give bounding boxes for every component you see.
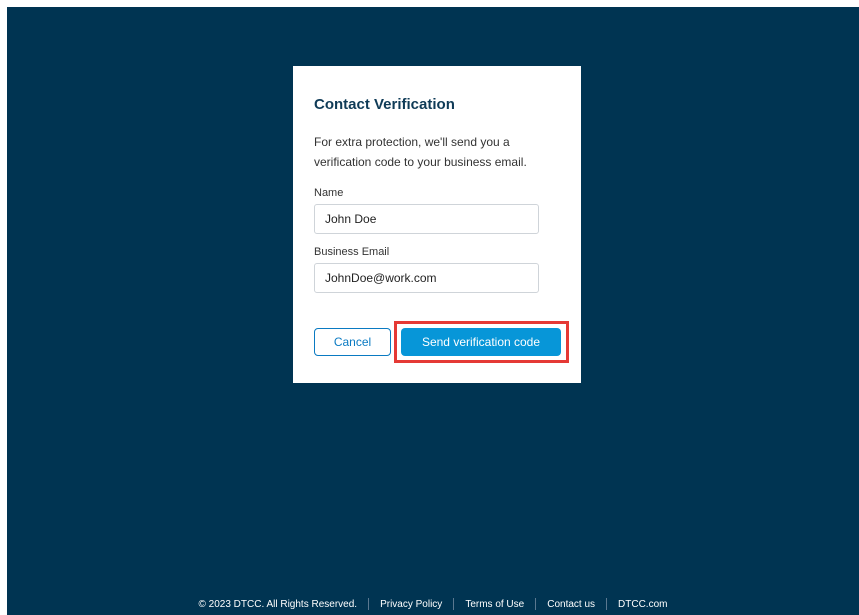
business-email-label: Business Email bbox=[314, 246, 390, 258]
business-email-input[interactable] bbox=[314, 263, 539, 293]
send-verification-code-button[interactable]: Send verification code bbox=[401, 328, 561, 356]
footer-separator bbox=[453, 598, 455, 610]
footer-separator bbox=[606, 598, 608, 610]
name-input[interactable] bbox=[314, 204, 539, 234]
footer: © 2023 DTCC. All Rights Reserved. Privac… bbox=[7, 597, 859, 611]
cancel-button[interactable]: Cancel bbox=[314, 328, 391, 356]
dialog-title: Contact Verification bbox=[314, 96, 455, 113]
name-label: Name bbox=[314, 187, 344, 199]
footer-separator bbox=[535, 598, 537, 610]
contact-us-link[interactable]: Contact us bbox=[547, 599, 595, 610]
footer-separator bbox=[368, 598, 370, 610]
privacy-policy-link[interactable]: Privacy Policy bbox=[380, 599, 442, 610]
dtcc-site-link[interactable]: DTCC.com bbox=[618, 599, 667, 610]
terms-of-use-link[interactable]: Terms of Use bbox=[465, 599, 524, 610]
dialog-description: For extra protection, we'll send you a v… bbox=[314, 135, 527, 169]
contact-verification-dialog: Contact Verification For extra protectio… bbox=[293, 66, 581, 383]
copyright-text: © 2023 DTCC. All Rights Reserved. bbox=[198, 598, 358, 610]
